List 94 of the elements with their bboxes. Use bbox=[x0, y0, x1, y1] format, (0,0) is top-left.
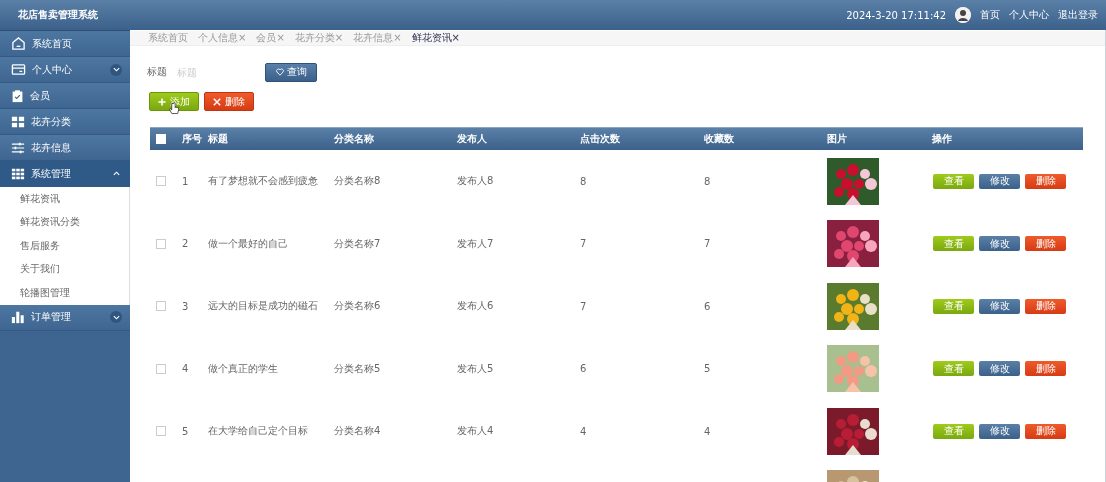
table-cell-text: 4 bbox=[580, 425, 588, 437]
chevron-down-icon bbox=[112, 313, 120, 321]
close-icon bbox=[213, 97, 221, 106]
table-cell-text: 分类名称5 bbox=[334, 361, 382, 376]
sidebar-subitem[interactable]: 鲜花资讯 bbox=[0, 187, 130, 211]
tab[interactable]: 会员× bbox=[256, 31, 285, 45]
table-cell-text: 6 bbox=[580, 363, 588, 375]
tab[interactable]: 系统首页 bbox=[148, 31, 188, 45]
tab[interactable]: 花卉信息× bbox=[353, 31, 402, 45]
table-cell-text: 5 bbox=[182, 425, 190, 437]
column-header: 发布人 bbox=[457, 132, 488, 146]
table-cell-text: 有了梦想就不会感到疲惫 bbox=[208, 174, 319, 189]
plus-icon bbox=[158, 97, 166, 106]
sidebar-item[interactable]: 订单管理 bbox=[0, 304, 130, 331]
sidebar-item[interactable]: 会员 bbox=[0, 83, 130, 109]
header-link[interactable]: 个人中心 bbox=[1009, 8, 1049, 22]
edit-button[interactable]: 修改 bbox=[979, 236, 1020, 252]
edit-button[interactable]: 修改 bbox=[979, 361, 1020, 377]
table-cell-text: 分类名称7 bbox=[334, 236, 382, 251]
column-header: 分类名称 bbox=[334, 132, 375, 146]
sidebar-item[interactable]: 系统首页 bbox=[0, 31, 130, 57]
table-cell-text: 发布人7 bbox=[457, 236, 495, 251]
table-cell-text: 做一个最好的自己 bbox=[208, 236, 289, 251]
select-all-checkbox[interactable] bbox=[156, 134, 166, 144]
table-cell-text: 分类名称4 bbox=[334, 424, 382, 439]
sidebar-item[interactable]: 花卉分类 bbox=[0, 109, 130, 135]
field-label: 标题 bbox=[147, 65, 167, 79]
edit-button[interactable]: 修改 bbox=[979, 298, 1020, 314]
table-cell-text: 发布人6 bbox=[457, 299, 495, 314]
table-cell-text: 6 bbox=[704, 300, 712, 312]
grid-icon bbox=[11, 114, 25, 129]
delete-button[interactable]: 删除 bbox=[1025, 236, 1066, 252]
table-cell-text: 分类名称8 bbox=[334, 174, 382, 189]
tab[interactable]: 鲜花资讯× bbox=[411, 31, 460, 45]
heart-icon bbox=[275, 68, 284, 76]
column-header: 序号 bbox=[182, 132, 203, 146]
table-cell-text: 发布人4 bbox=[457, 424, 495, 439]
table-cell-text: 4 bbox=[182, 363, 190, 375]
table-cell-text: 在大学给自己定个目标 bbox=[208, 424, 309, 439]
row-checkbox[interactable] bbox=[156, 301, 166, 312]
search-button[interactable]: 查询 bbox=[265, 62, 317, 82]
avatar-icon[interactable] bbox=[955, 7, 971, 23]
sidebar-subitem[interactable]: 关于我们 bbox=[0, 257, 130, 281]
home-icon bbox=[11, 36, 26, 51]
table-cell-text: 3 bbox=[182, 300, 190, 312]
edit-button[interactable]: 修改 bbox=[979, 423, 1020, 439]
chevron-up-icon bbox=[112, 170, 120, 177]
chevron-down-icon bbox=[112, 66, 120, 73]
header-link[interactable]: 退出登录 bbox=[1058, 8, 1098, 22]
datetime-text: 2024-3-20 17:11:42 bbox=[846, 9, 946, 21]
column-header: 收藏数 bbox=[704, 132, 735, 146]
grid-icon bbox=[11, 166, 25, 181]
delete-button[interactable]: 删除 bbox=[204, 92, 254, 111]
column-header: 标题 bbox=[208, 132, 229, 146]
table-cell-text: 7 bbox=[704, 238, 712, 250]
table-cell-text: 发布人8 bbox=[457, 174, 495, 189]
delete-button[interactable]: 删除 bbox=[1025, 298, 1066, 314]
app-title: 花店售卖管理系统 bbox=[18, 8, 99, 22]
sidebar-subitem[interactable]: 轮播图管理 bbox=[0, 281, 130, 305]
sliders-icon bbox=[11, 140, 25, 155]
clipboard-check-icon bbox=[11, 88, 24, 103]
column-header: 点击次数 bbox=[580, 132, 621, 146]
sidebar-subitem[interactable]: 鲜花资讯分类 bbox=[0, 210, 130, 234]
delete-button[interactable]: 删除 bbox=[1025, 173, 1066, 189]
table-cell-text: 7 bbox=[580, 238, 588, 250]
table-cell-text: 2 bbox=[182, 238, 190, 250]
table-cell-text: 1 bbox=[182, 175, 190, 187]
column-header: 操作 bbox=[932, 132, 953, 146]
table-cell-text: 做个真正的学生 bbox=[208, 361, 279, 376]
header-link[interactable]: 首页 bbox=[980, 8, 1000, 22]
table-cell-text: 8 bbox=[704, 175, 712, 187]
row-checkbox[interactable] bbox=[156, 426, 166, 437]
delete-button[interactable]: 删除 bbox=[1025, 423, 1066, 439]
column-header: 图片 bbox=[827, 132, 848, 146]
table-cell-text: 4 bbox=[704, 425, 712, 437]
table-cell-text: 8 bbox=[580, 175, 588, 187]
row-checkbox[interactable] bbox=[156, 363, 166, 374]
table-cell-text: 远大的目标是成功的磁石 bbox=[208, 299, 319, 314]
card-icon bbox=[11, 62, 26, 77]
sidebar-item[interactable]: 系统管理 bbox=[0, 161, 130, 187]
bar-chart-icon bbox=[11, 310, 25, 324]
row-checkbox[interactable] bbox=[156, 238, 166, 249]
row-checkbox[interactable] bbox=[156, 176, 166, 187]
table-cell-text: 发布人5 bbox=[457, 361, 495, 376]
sidebar-subitem[interactable]: 售后服务 bbox=[0, 234, 130, 258]
delete-button[interactable]: 删除 bbox=[1025, 361, 1066, 377]
edit-button[interactable]: 修改 bbox=[979, 173, 1020, 189]
sidebar-item[interactable]: 个人中心 bbox=[0, 57, 130, 83]
table-cell-text: 7 bbox=[580, 300, 588, 312]
tab[interactable]: 花卉分类× bbox=[294, 31, 344, 45]
table-cell-text: 分类名称6 bbox=[334, 299, 382, 314]
sidebar-item[interactable]: 花卉信息 bbox=[0, 135, 130, 161]
tab[interactable]: 个人信息× bbox=[198, 31, 247, 45]
table-cell-text: 5 bbox=[704, 363, 712, 375]
